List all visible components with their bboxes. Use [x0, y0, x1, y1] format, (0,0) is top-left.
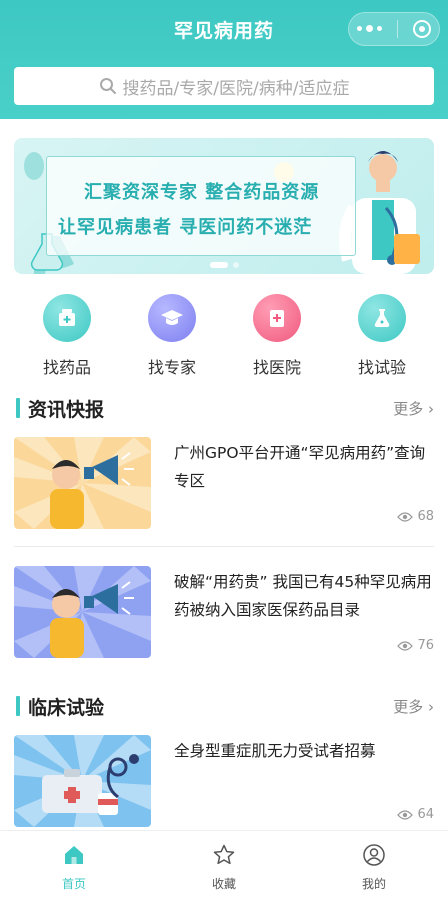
- news-more-label: 更多: [393, 400, 424, 418]
- medicine-box-icon: [43, 294, 91, 342]
- quick-find-hospital[interactable]: 找医院: [232, 294, 322, 378]
- indicator-active[interactable]: [210, 262, 228, 268]
- news-item[interactable]: 广州GPO平台开通“罕见病用药”查询专区 68: [14, 437, 434, 533]
- news-title: 广州GPO平台开通“罕见病用药”查询专区: [174, 444, 426, 490]
- home-icon: [62, 843, 86, 867]
- user-icon: [362, 843, 386, 867]
- banner-indicator[interactable]: [210, 262, 239, 268]
- list-divider: [14, 546, 434, 547]
- trial-more-label: 更多: [393, 698, 424, 716]
- trial-thumbnail: [14, 735, 151, 827]
- banner-line-1: 汇聚资深专家 整合药品资源: [84, 182, 320, 203]
- trial-section-header: 临床试验 更多 ›: [16, 693, 434, 719]
- news-more-link[interactable]: 更多 ›: [393, 398, 434, 419]
- banner-card: [46, 156, 356, 256]
- mini-program-capsule[interactable]: [348, 12, 440, 46]
- trial-title: 全身型重症肌无力受试者招募: [174, 742, 376, 760]
- view-count: 76: [397, 638, 434, 653]
- hospital-icon: [253, 294, 301, 342]
- top-header: 罕见病用药 搜药品/专家/医院/病种/适应症: [0, 0, 448, 119]
- view-count-value: 76: [417, 638, 434, 653]
- eye-icon: [397, 809, 414, 820]
- search-icon: [99, 77, 117, 95]
- promo-banner[interactable]: 汇聚资深专家 整合药品资源 让罕见病患者 寻医问药不迷茫: [14, 138, 434, 274]
- section-accent-bar: [16, 696, 20, 716]
- search-placeholder: 搜药品/专家/医院/病种/适应症: [122, 78, 350, 99]
- tab-favorites-label: 收藏: [211, 877, 236, 891]
- bottom-tab-bar: 首页 收藏 我的: [0, 830, 448, 900]
- quick-find-trial[interactable]: 找试验: [337, 294, 427, 378]
- tab-home-label: 首页: [61, 877, 86, 891]
- search-input[interactable]: 搜药品/专家/医院/病种/适应症: [14, 67, 434, 105]
- chevron-right-icon: ›: [428, 400, 434, 418]
- news-item[interactable]: 破解“用药贵” 我国已有45种罕见病用药被纳入国家医保药品目录 76: [14, 566, 434, 662]
- quick-find-hospital-label: 找医院: [252, 358, 301, 377]
- indicator-inactive[interactable]: [233, 262, 239, 268]
- graduation-cap-icon: [148, 294, 196, 342]
- news-section-header: 资讯快报 更多 ›: [16, 395, 434, 421]
- star-icon: [212, 843, 236, 867]
- view-count-value: 64: [417, 807, 434, 822]
- quick-find-trial-label: 找试验: [357, 358, 406, 377]
- quick-nav: 找药品 找专家 找医院 找试验: [0, 294, 448, 384]
- quick-find-medicine[interactable]: 找药品: [22, 294, 112, 378]
- news-title: 破解“用药贵” 我国已有45种罕见病用药被纳入国家医保药品目录: [174, 573, 432, 619]
- trial-more-link[interactable]: 更多 ›: [393, 696, 434, 717]
- chevron-right-icon: ›: [428, 698, 434, 716]
- tab-favorites[interactable]: 收藏: [184, 843, 264, 892]
- news-section-title: 资讯快报: [28, 399, 105, 421]
- view-count-value: 68: [417, 509, 434, 524]
- tab-home[interactable]: 首页: [34, 843, 114, 892]
- eye-icon: [397, 511, 414, 522]
- news-thumbnail: [14, 437, 151, 529]
- trial-section-title: 临床试验: [28, 697, 105, 719]
- quick-find-medicine-label: 找药品: [42, 358, 91, 377]
- section-accent-bar: [16, 398, 20, 418]
- quick-find-expert[interactable]: 找专家: [127, 294, 217, 378]
- more-dots-icon[interactable]: [356, 25, 382, 32]
- tab-profile-label: 我的: [361, 877, 386, 891]
- view-count: 68: [397, 509, 434, 524]
- trial-item[interactable]: 全身型重症肌无力受试者招募 64: [14, 735, 434, 831]
- banner-line-2: 让罕见病患者 寻医问药不迷茫: [58, 217, 313, 238]
- capsule-divider: [396, 20, 398, 38]
- eye-icon: [397, 640, 414, 651]
- close-target-icon[interactable]: [413, 20, 432, 38]
- flask-icon: [358, 294, 406, 342]
- news-thumbnail: [14, 566, 151, 658]
- view-count: 64: [397, 807, 434, 822]
- quick-find-expert-label: 找专家: [147, 358, 196, 377]
- tab-profile[interactable]: 我的: [334, 843, 414, 892]
